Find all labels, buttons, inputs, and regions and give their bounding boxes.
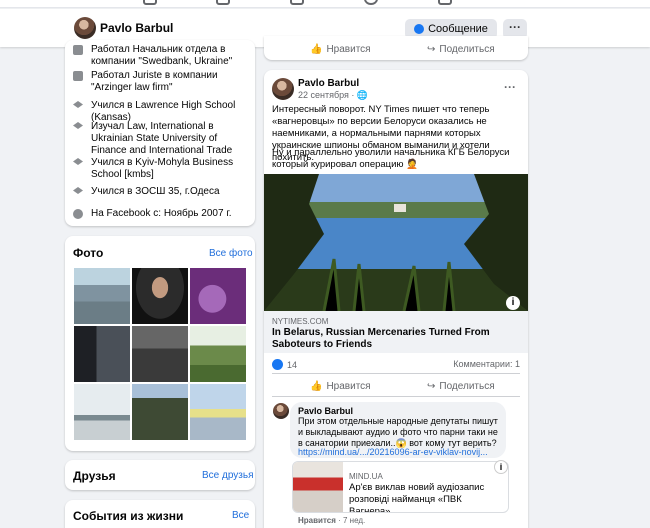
comment-author[interactable]: Pavlo Barbul bbox=[298, 406, 353, 416]
lake-landscape-image bbox=[264, 174, 528, 311]
post-card: Pavlo Barbul 22 сентября · 🌐 ··· Интерес… bbox=[264, 70, 528, 528]
photo-thumbnail[interactable] bbox=[190, 384, 246, 440]
graduation-cap-icon bbox=[73, 122, 83, 129]
groups-icon[interactable] bbox=[364, 0, 378, 5]
top-navigation bbox=[0, 0, 650, 8]
intro-item-edu-3: Учился в Kyiv-Mohyla Business School [km… bbox=[73, 157, 251, 181]
link-domain: NYTIMES.COM bbox=[272, 317, 329, 326]
share-icon: ↪ bbox=[427, 44, 436, 55]
messenger-icon bbox=[414, 24, 425, 34]
photo-thumbnail[interactable] bbox=[74, 384, 130, 440]
all-photos-link[interactable]: Все фото bbox=[209, 248, 253, 259]
briefcase-icon bbox=[73, 71, 83, 81]
friends-card: Друзья Все друзья bbox=[65, 460, 255, 490]
reactions-summary[interactable]: 14 bbox=[272, 359, 297, 370]
intro-item-work-2: Работал Juriste в компании "Arzinger law… bbox=[73, 70, 251, 94]
photo-thumbnail[interactable] bbox=[132, 326, 188, 382]
photo-thumbnail[interactable] bbox=[132, 384, 188, 440]
post-date[interactable]: 22 сентября · 🌐 bbox=[298, 90, 368, 101]
life-events-card: События из жизни Все bbox=[65, 500, 255, 528]
all-friends-link[interactable]: Все друзья bbox=[202, 470, 254, 481]
post-options-button[interactable]: ··· bbox=[504, 80, 516, 94]
intro-item-joined: На Facebook с: Ноябрь 2007 г. bbox=[73, 208, 251, 220]
like-reaction-icon bbox=[272, 359, 283, 370]
graduation-cap-icon bbox=[73, 158, 83, 165]
gaming-icon[interactable] bbox=[438, 0, 452, 5]
link-preview-info[interactable]: NYTIMES.COM In Belarus, Russian Mercenar… bbox=[264, 311, 528, 353]
post-author[interactable]: Pavlo Barbul bbox=[298, 78, 359, 89]
post-text-paragraph: Ну и параллельно уволили начальника КГБ … bbox=[272, 147, 510, 170]
share-icon: ↪ bbox=[427, 381, 436, 392]
photos-title: Фото bbox=[73, 246, 104, 260]
photo-thumbnail[interactable] bbox=[132, 268, 188, 324]
life-events-title: События из жизни bbox=[73, 509, 184, 523]
share-button[interactable]: ↪ Поделиться bbox=[427, 44, 495, 55]
photo-thumbnail[interactable] bbox=[190, 326, 246, 382]
all-life-events-link[interactable]: Все bbox=[232, 510, 249, 521]
photo-thumbnail[interactable] bbox=[74, 326, 130, 382]
photo-thumbnail[interactable] bbox=[190, 268, 246, 324]
comment-like-button[interactable]: Нравится bbox=[298, 516, 336, 525]
comment-time[interactable]: · 7 нед. bbox=[338, 516, 365, 525]
comment-link[interactable]: https://mind.ua/.../20216096-ar-ev-vikla… bbox=[298, 447, 498, 457]
preview-thumbnail bbox=[293, 462, 343, 512]
preview-domain: MIND.UA bbox=[349, 472, 383, 481]
divider bbox=[272, 396, 520, 397]
comment-link-preview[interactable]: MIND.UA Ар'єв виклав новий аудіозапис ро… bbox=[292, 461, 509, 513]
graduation-cap-icon bbox=[73, 187, 83, 194]
thumbs-up-icon: 👍 bbox=[310, 44, 323, 55]
like-button[interactable]: 👍 Нравится bbox=[310, 381, 371, 392]
share-button[interactable]: ↪ Поделиться bbox=[427, 381, 495, 392]
globe-icon: 🌐 bbox=[356, 90, 369, 100]
previous-post-footer: 👍 Нравится ↪ Поделиться bbox=[264, 36, 528, 60]
intro-item-work-1: Работал Начальник отдела в компании "Swe… bbox=[73, 44, 251, 68]
intro-item-edu-2: Изучал Law, International в Ukrainian St… bbox=[73, 121, 251, 157]
comment-author-avatar[interactable] bbox=[273, 403, 289, 419]
watch-icon[interactable] bbox=[216, 0, 230, 5]
intro-item-edu-4: Учился в ЗОСШ 35, г.Одеса bbox=[73, 186, 251, 198]
post-author-avatar[interactable] bbox=[272, 78, 294, 100]
thumbs-up-icon: 👍 bbox=[310, 381, 323, 392]
graduation-cap-icon bbox=[73, 101, 83, 108]
like-button[interactable]: 👍 Нравится bbox=[310, 44, 371, 55]
avatar[interactable] bbox=[74, 17, 96, 39]
info-icon[interactable]: i bbox=[494, 460, 508, 474]
info-icon[interactable]: i bbox=[506, 296, 520, 310]
link-preview-image[interactable]: i bbox=[264, 174, 528, 311]
profile-name[interactable]: Pavlo Barbul bbox=[100, 21, 173, 35]
photos-card: Фото Все фото bbox=[65, 236, 255, 451]
comments-count[interactable]: Комментарии: 1 bbox=[453, 359, 520, 369]
link-title: In Belarus, Russian Mercenaries Turned F… bbox=[272, 327, 490, 350]
marketplace-icon[interactable] bbox=[290, 0, 304, 5]
preview-title: Ар'єв виклав новий аудіозапис розповіді … bbox=[349, 482, 485, 513]
briefcase-icon bbox=[73, 45, 83, 55]
friends-title: Друзья bbox=[73, 469, 116, 483]
divider bbox=[272, 373, 520, 374]
intro-card: Работал Начальник отдела в компании "Swe… bbox=[65, 40, 255, 226]
comment-actions: Нравится · 7 нед. bbox=[298, 516, 365, 525]
home-icon[interactable] bbox=[143, 0, 157, 5]
clock-icon bbox=[73, 209, 83, 219]
photo-thumbnail[interactable] bbox=[74, 268, 130, 324]
comment-text: При этом отдельные народные депутаты пиш… bbox=[298, 416, 498, 448]
